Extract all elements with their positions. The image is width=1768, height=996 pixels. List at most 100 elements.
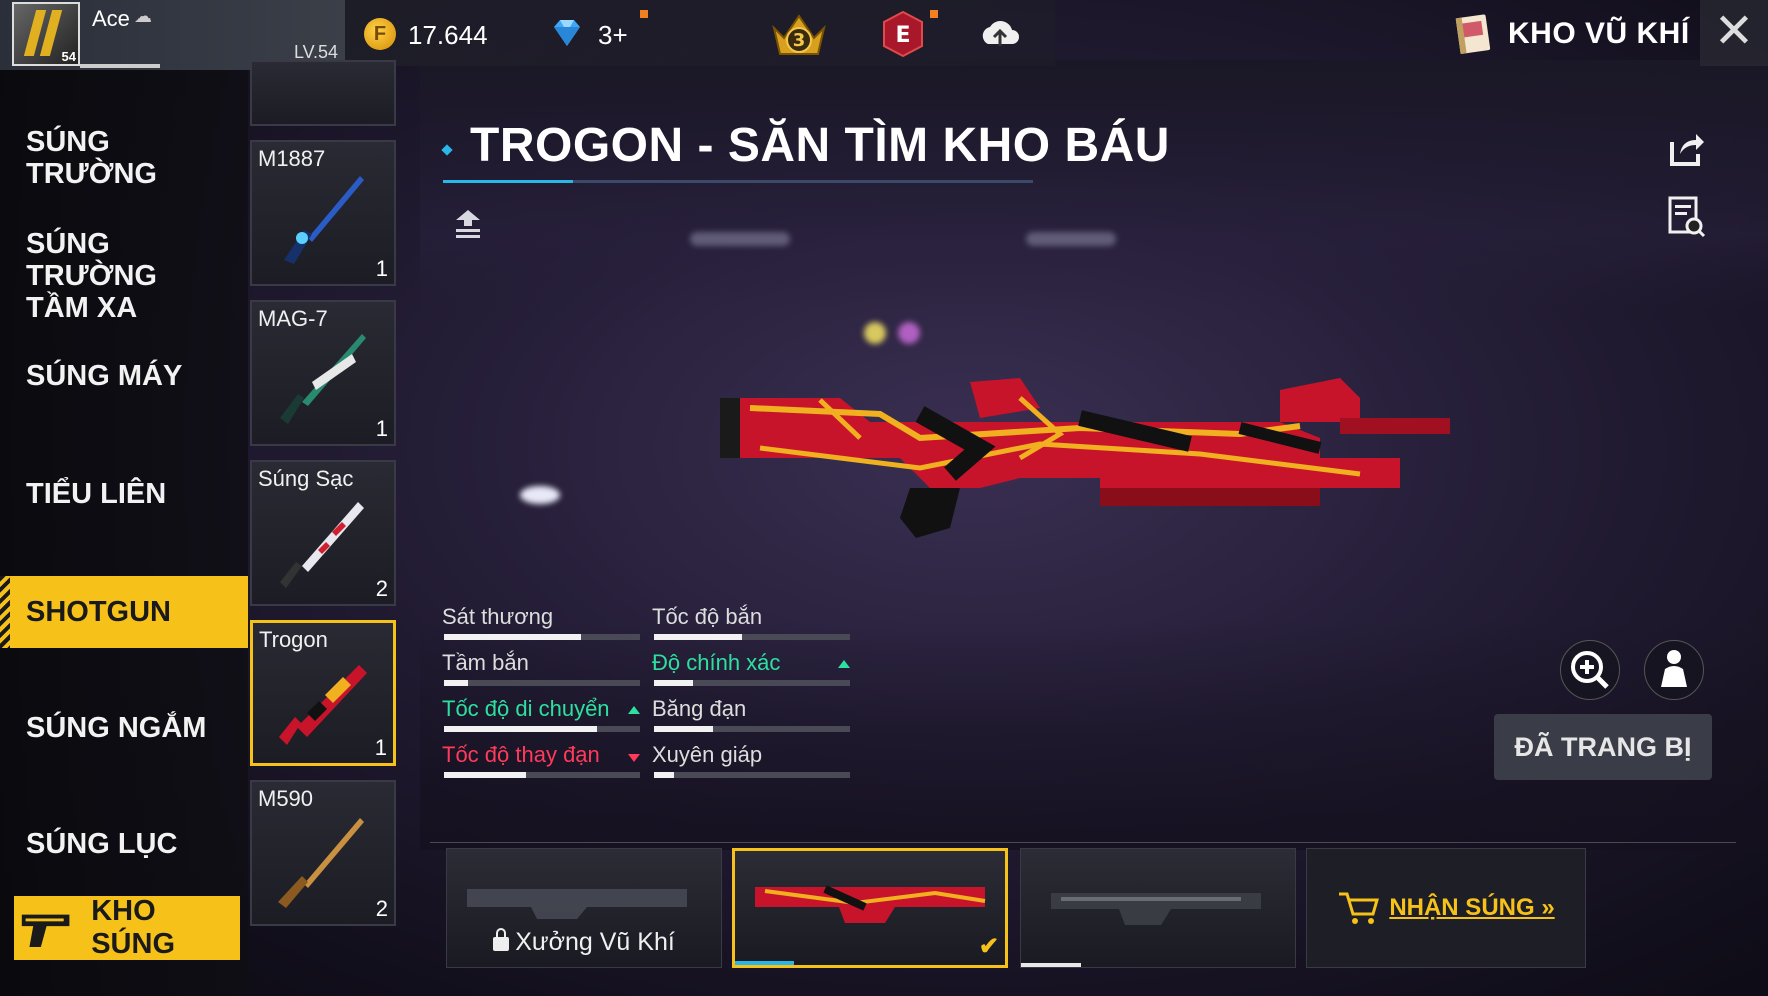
category-label: SÚNG NGẮM <box>26 712 207 744</box>
weapon-card[interactable]: Súng Sạc 2 <box>250 460 396 606</box>
stat-bar-fill <box>444 680 468 686</box>
category-label: SÚNG LỤC <box>26 828 178 860</box>
category-rifle[interactable]: SÚNG TRƯỜNG <box>0 126 248 190</box>
category-pistol[interactable]: SÚNG LỤC <box>0 828 248 860</box>
ceiling-light <box>690 232 790 246</box>
stat-bar <box>654 726 850 732</box>
trogon-weapon-model <box>720 378 1450 538</box>
player-name: Ace <box>92 6 130 31</box>
equipped-status-button[interactable]: ĐÃ TRANG BỊ <box>1494 714 1712 780</box>
rank-crown-icon[interactable]: 3 <box>770 10 828 60</box>
weapon-category-nav: SÚNG TRƯỜNG SÚNG TRƯỜNG TẦM XA SÚNG MÁY … <box>0 70 248 996</box>
stat-bar <box>654 634 850 640</box>
shotgun-thumbnail <box>278 818 364 908</box>
stat-range: Tầm bắn <box>442 650 642 692</box>
bokeh-light <box>520 486 560 504</box>
skin-slot[interactable] <box>1020 848 1296 968</box>
stat-bar <box>444 680 640 686</box>
share-icon[interactable] <box>1664 128 1706 170</box>
notification-dot <box>640 10 648 18</box>
gold-coin-balance: 17.644 <box>408 20 488 50</box>
elite-pass-icon[interactable]: E <box>882 10 924 58</box>
weapon-name: M590 <box>258 786 314 811</box>
weapon-card[interactable]: M1887 1 <box>250 140 396 286</box>
armory-book-icon <box>1455 14 1491 55</box>
bokeh-light <box>898 322 920 344</box>
cloud-upload-icon[interactable] <box>978 14 1022 54</box>
scene-ceiling <box>420 60 1768 310</box>
upgrade-icon[interactable] <box>450 206 486 242</box>
xp-bar <box>80 64 160 68</box>
category-smg[interactable]: TIỂU LIÊN <box>0 478 248 510</box>
character-preview-button[interactable] <box>1644 640 1704 700</box>
stat-label: Xuyên giáp <box>652 742 763 767</box>
stat-rate-of-fire: Tốc độ bắn <box>652 604 852 646</box>
weapon-card[interactable]: M590 2 <box>250 780 396 926</box>
skin-progress-bar <box>1021 963 1082 967</box>
stat-bar-fill <box>654 772 674 778</box>
gun-storage-label: KHO SÚNG <box>91 895 176 960</box>
stat-bar-fill <box>444 634 582 640</box>
stat-armor-penetration: Xuyên giáp <box>652 742 852 784</box>
diamond-balance[interactable]: 3+ <box>598 20 628 51</box>
stat-magazine: Băng đạn <box>652 696 852 738</box>
stat-reload-speed: Tốc độ thay đạn <box>442 742 642 784</box>
zoom-in-icon <box>1571 651 1609 689</box>
stat-bar <box>444 726 640 732</box>
skin-slot-workshop[interactable]: Xưởng Vũ Khí <box>446 848 722 968</box>
weapon-count: 2 <box>375 576 388 601</box>
weapon-card[interactable]: MAG-7 1 <box>250 300 396 446</box>
stat-label: Tốc độ thay đạn <box>442 742 600 767</box>
cloud-sync-icon: ☁ <box>134 6 152 26</box>
category-label: TIỂU LIÊN <box>26 478 167 510</box>
category-long-range-rifle[interactable]: SÚNG TRƯỜNG TẦM XA <box>0 228 220 324</box>
gun-storage-button[interactable]: KHO SÚNG <box>14 895 240 960</box>
skin-label-text: Xưởng Vũ Khí <box>515 928 675 956</box>
skin-progress-bar <box>735 961 795 965</box>
notification-dot <box>930 10 938 18</box>
player-avatar[interactable]: 54 <box>12 2 80 66</box>
skin-slot-selected[interactable]: ✔ <box>732 848 1008 968</box>
armory-header: KHO VŨ KHÍ <box>1454 10 1690 58</box>
weapon-card-selected[interactable]: Trogon 1 <box>250 620 396 766</box>
stat-bar-fill <box>654 726 713 732</box>
category-label: SÚNG TRƯỜNG TẦM XA <box>26 228 157 324</box>
stat-label: Tầm bắn <box>442 650 529 675</box>
checkmark-icon: ✔ <box>978 933 999 960</box>
stat-bar-fill <box>654 634 743 640</box>
stat-accuracy: Độ chính xác <box>652 650 852 692</box>
weapon-name: Súng Sạc <box>258 466 354 491</box>
category-label: SHOTGUN <box>26 596 171 628</box>
zoom-button[interactable] <box>1560 640 1620 700</box>
weapon-title: TROGON - SĂN TÌM KHO BÁU <box>470 119 1170 172</box>
diamond-icon[interactable] <box>550 16 584 50</box>
pistol-icon <box>21 914 70 948</box>
shotgun-thumbnail <box>280 502 364 588</box>
category-sniper[interactable]: SÚNG NGẮM <box>0 712 248 744</box>
weapon-count: 1 <box>375 256 388 281</box>
weapon-count: 1 <box>375 416 388 441</box>
stat-bar-fill <box>444 772 527 778</box>
workshop-gun-silhouette <box>467 889 687 919</box>
get-gun-button[interactable]: NHẬN SÚNG » <box>1306 848 1586 968</box>
rank-number: 3 <box>793 30 806 51</box>
skin-bar-divider <box>430 842 1736 843</box>
skin-slot-label: Xưởng Vũ Khí <box>447 928 721 957</box>
weapon-count: 2 <box>375 896 388 921</box>
stat-label: Sát thương <box>442 604 554 629</box>
stat-bar-fill <box>654 680 694 686</box>
stat-bar <box>444 772 640 778</box>
stat-bar <box>654 772 850 778</box>
stat-label: Băng đạn <box>652 696 747 721</box>
close-button[interactable]: ✕ <box>1700 0 1768 66</box>
gold-coin-icon: F <box>364 18 396 50</box>
category-label: SÚNG TRƯỜNG <box>26 126 157 190</box>
stat-label: Độ chính xác <box>652 650 781 675</box>
stat-movement-speed: Tốc độ di chuyển <box>442 696 642 738</box>
stat-damage: Sát thương <box>442 604 642 646</box>
category-machine-gun[interactable]: SÚNG MÁY <box>0 360 248 392</box>
weapon-detail-icon[interactable] <box>1666 196 1706 238</box>
shotgun-thumbnail <box>284 176 364 264</box>
category-shotgun[interactable]: SHOTGUN <box>0 576 248 648</box>
weapon-card-partial[interactable] <box>250 60 396 126</box>
